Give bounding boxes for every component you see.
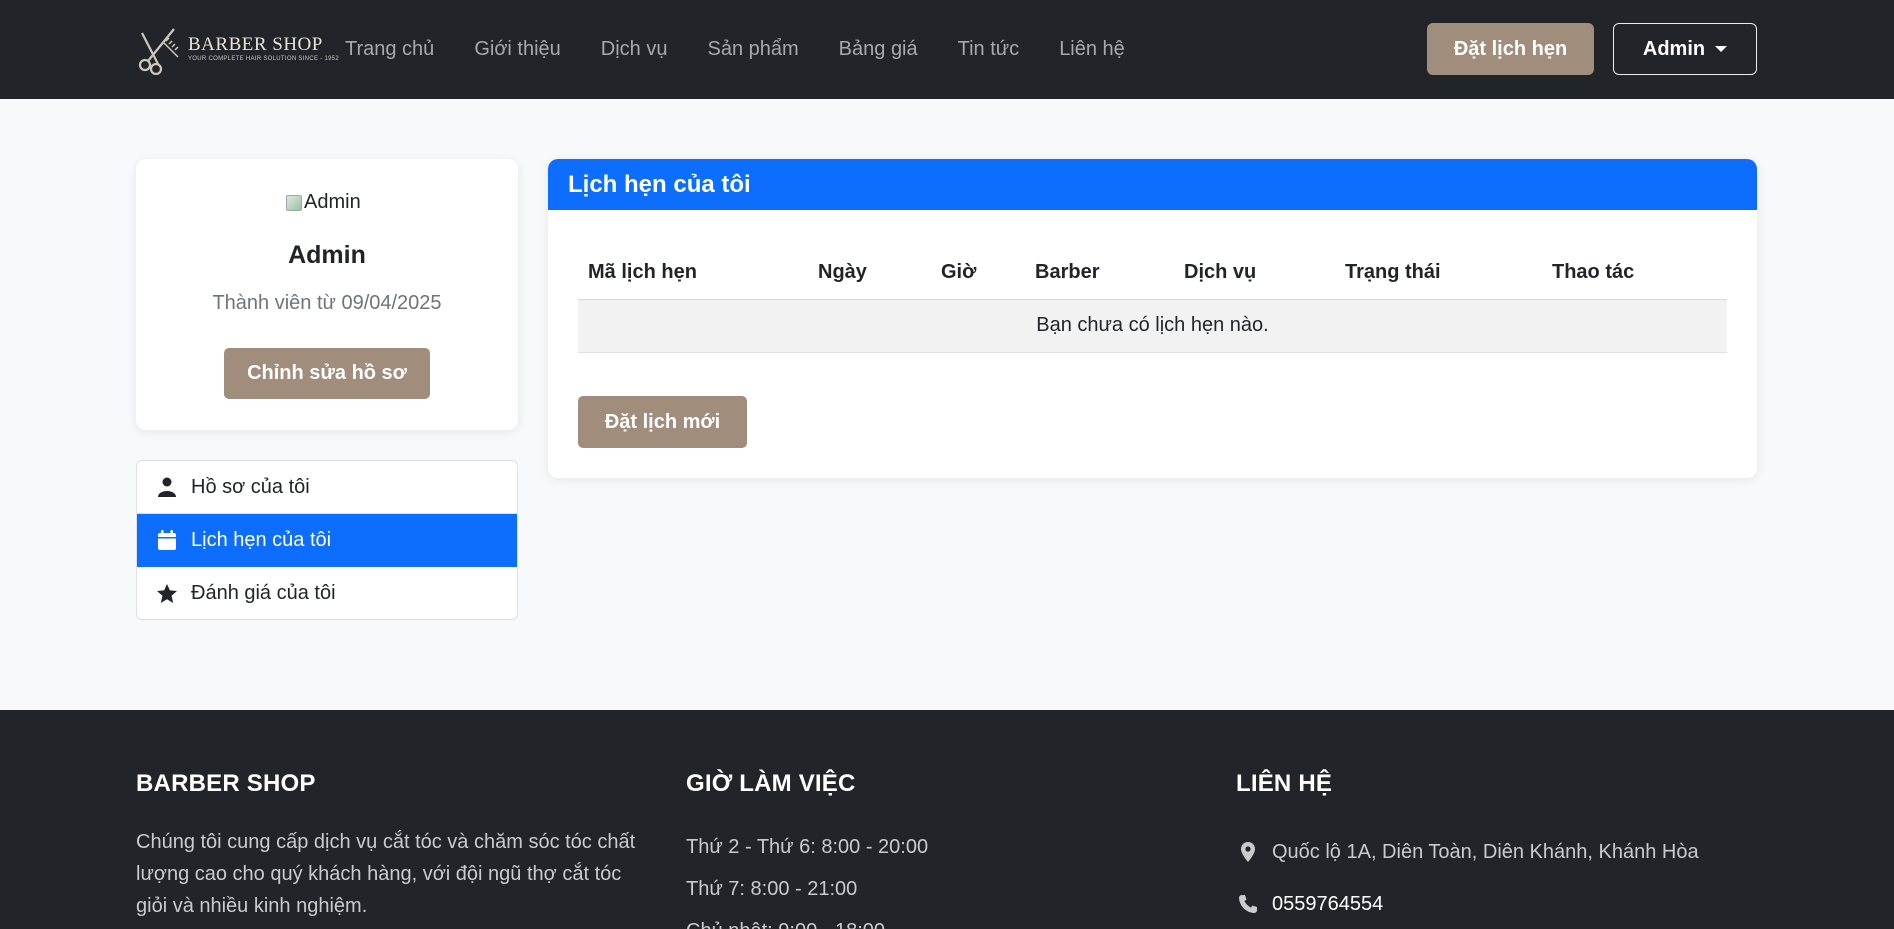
- brand-tagline: YOUR COMPLETE HAIR SOLUTION SINCE - 1952: [188, 56, 340, 62]
- brand-logo[interactable]: BARBER SHOP YOUR COMPLETE HAIR SOLUTION …: [134, 22, 339, 76]
- avatar-alt-text: Admin: [304, 191, 361, 213]
- contact-phone[interactable]: 0559764554: [1236, 878, 1699, 929]
- col-status: Trạng thái: [1335, 247, 1542, 300]
- col-date: Ngày: [808, 247, 931, 300]
- contact-phone-text: 0559764554: [1272, 893, 1384, 915]
- contact-address-text: Quốc lộ 1A, Diên Toàn, Diên Khánh, Khánh…: [1272, 841, 1699, 863]
- hours-line: Chủ nhật: 9:00 - 18:00: [686, 910, 928, 929]
- nav-link-contact[interactable]: Liên hệ: [1059, 38, 1125, 61]
- contact-address: Quốc lộ 1A, Diên Toàn, Diên Khánh, Khánh…: [1236, 826, 1699, 878]
- col-time: Giờ: [931, 247, 1025, 300]
- account-sidebar: Hồ sơ của tôi Lịch hẹn của tôi Đánh giá …: [136, 460, 518, 620]
- star-icon: [157, 583, 177, 604]
- footer-about: BARBER SHOP Chúng tôi cung cấp dịch vụ c…: [136, 770, 656, 922]
- scissors-comb-icon: [138, 28, 179, 75]
- brand-name: BARBER SHOP: [188, 34, 323, 55]
- chevron-down-icon: [1715, 46, 1728, 52]
- profile-name: Admin: [288, 241, 366, 269]
- nav-link-services[interactable]: Dịch vụ: [601, 38, 668, 61]
- phone-icon: [1236, 894, 1260, 914]
- empty-message: Bạn chưa có lịch hẹn nào.: [578, 299, 1727, 353]
- nav-link-products[interactable]: Sản phẩm: [708, 38, 799, 61]
- footer-about-text: Chúng tôi cung cấp dịch vụ cắt tóc và ch…: [136, 831, 636, 917]
- sidebar-item-reviews[interactable]: Đánh giá của tôi: [137, 567, 517, 619]
- hours-line: Thứ 2 - Thứ 6: 8:00 - 20:00: [686, 836, 929, 858]
- appointments-card: Lịch hẹn của tôi Mã lịch hẹn Ngày Giờ Ba…: [548, 159, 1757, 478]
- main-nav: Trang chủ Giới thiệu Dịch vụ Sản phẩm Bả…: [345, 0, 1125, 99]
- top-navbar: BARBER SHOP YOUR COMPLETE HAIR SOLUTION …: [0, 0, 1894, 99]
- profile-card: Admin Admin Thành viên từ 09/04/2025 Chỉ…: [136, 159, 518, 430]
- nav-link-pricing[interactable]: Bảng giá: [839, 38, 918, 61]
- new-appointment-button[interactable]: Đặt lịch mới: [578, 396, 747, 448]
- col-appointment-id: Mã lịch hẹn: [578, 247, 808, 300]
- nav-link-news[interactable]: Tin tức: [958, 38, 1020, 61]
- sidebar-item-label: Lịch hẹn của tôi: [191, 528, 332, 551]
- footer-hours-title: GIỜ LÀM VIỆC: [686, 770, 856, 797]
- site-footer: BARBER SHOP Chúng tôi cung cấp dịch vụ c…: [0, 710, 1894, 929]
- footer-hours: GIỜ LÀM VIỆC Thứ 2 - Thứ 6: 8:00 - 20:00…: [686, 770, 928, 929]
- broken-image-icon: [286, 194, 302, 211]
- sidebar-item-label: Đánh giá của tôi: [191, 582, 336, 604]
- map-pin-icon: [1236, 842, 1260, 862]
- col-barber: Barber: [1025, 247, 1174, 300]
- user-menu-label: Admin: [1642, 37, 1706, 60]
- calendar-icon: [157, 530, 177, 550]
- footer-about-title: BARBER SHOP: [136, 770, 316, 797]
- appointments-table: Mã lịch hẹn Ngày Giờ Barber Dịch vụ Trạn…: [578, 247, 1727, 353]
- user-icon: [157, 477, 177, 497]
- col-actions: Thao tác: [1542, 247, 1727, 300]
- nav-link-about[interactable]: Giới thiệu: [474, 38, 560, 61]
- sidebar-item-appointments[interactable]: Lịch hẹn của tôi: [137, 514, 517, 567]
- appointments-title: Lịch hẹn của tôi: [548, 159, 1757, 210]
- sidebar-item-label: Hồ sơ của tôi: [191, 475, 310, 498]
- member-since: Thành viên từ 09/04/2025: [212, 292, 442, 314]
- col-service: Dịch vụ: [1174, 247, 1335, 300]
- footer-contact-title: LIÊN HỆ: [1236, 770, 1333, 797]
- avatar: Admin: [286, 191, 361, 214]
- sidebar-item-profile[interactable]: Hồ sơ của tôi: [137, 461, 517, 514]
- table-header-row: Mã lịch hẹn Ngày Giờ Barber Dịch vụ Trạn…: [578, 247, 1727, 300]
- book-appointment-button[interactable]: Đặt lịch hẹn: [1427, 23, 1594, 75]
- footer-contact: LIÊN HỆ Quốc lộ 1A, Diên Toàn, Diên Khán…: [1236, 770, 1699, 929]
- user-menu-dropdown[interactable]: Admin: [1613, 23, 1757, 75]
- nav-link-home[interactable]: Trang chủ: [345, 38, 434, 61]
- hours-line: Thứ 7: 8:00 - 21:00: [686, 878, 858, 900]
- table-row: Bạn chưa có lịch hẹn nào.: [578, 299, 1727, 353]
- edit-profile-button[interactable]: Chỉnh sửa hồ sơ: [224, 348, 430, 399]
